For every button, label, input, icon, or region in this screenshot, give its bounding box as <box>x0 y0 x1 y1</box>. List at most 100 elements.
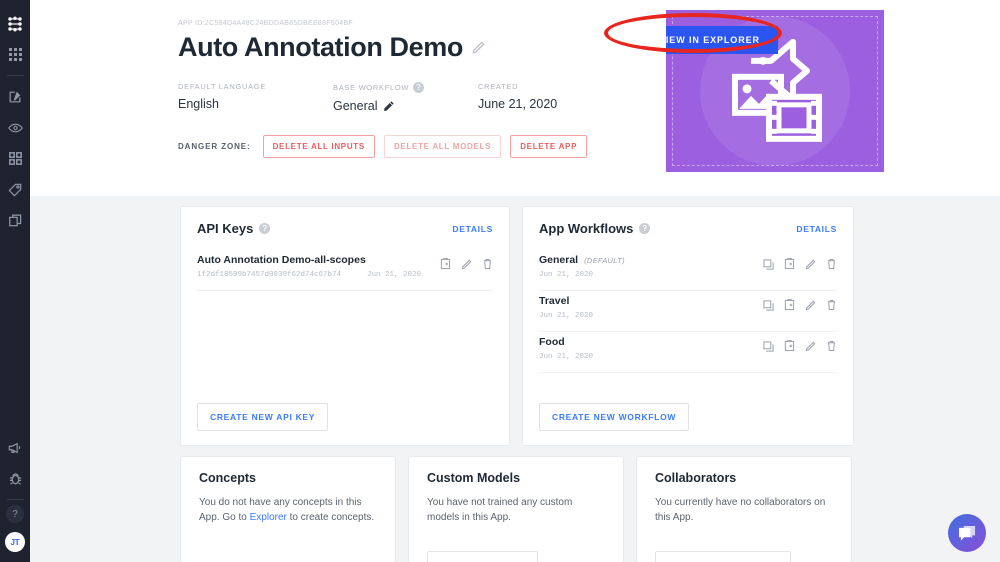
trash-glyph <box>483 259 492 269</box>
api-key-value: 1f2df18599b7457d0039f62d74c67b74 <box>197 271 342 279</box>
copy-icon[interactable] <box>784 340 795 352</box>
collaborators-text: You currently have no collaborators on t… <box>655 497 826 523</box>
edit-square-icon <box>9 91 21 102</box>
create-workflow-wrap: CREATE NEW WORKFLOW <box>539 403 690 431</box>
workflow-name: General (DEFAULT) <box>539 254 625 266</box>
edit-title-icon[interactable] <box>471 40 486 55</box>
meta-label: BASE WORKFLOW ? <box>333 81 478 93</box>
workflow-actions <box>763 254 837 270</box>
delete-all-inputs-button[interactable]: DELETE ALL INPUTS <box>262 134 375 158</box>
workflow-date: Jun 21, 2020 <box>539 312 594 320</box>
concepts-body: Concepts You do not have any concepts in… <box>181 457 395 525</box>
api-key-name: Auto Annotation Demo-all-scopes <box>197 254 366 266</box>
trash-glyph <box>827 259 836 269</box>
delete-icon[interactable] <box>482 258 493 270</box>
custom-models-body: Custom Models You have not trained any c… <box>409 457 623 525</box>
create-new-workflow-button[interactable]: CREATE NEW WORKFLOW <box>539 403 690 431</box>
copy-icon[interactable] <box>440 258 451 270</box>
app-id-value: 2c584d4a48c24bddab65dbee88f504bf <box>204 20 353 27</box>
pencil-glyph <box>461 259 472 269</box>
custom-models-card: Custom Models You have not trained any c… <box>408 456 624 562</box>
explorer-link[interactable]: Explorer <box>250 512 287 523</box>
copy-icon[interactable] <box>784 258 795 270</box>
clipboard-copy-glyph <box>784 299 795 311</box>
sidebar-logo[interactable] <box>0 8 30 39</box>
table-row: Auto Annotation Demo-all-scopes 1f2df185… <box>197 250 493 291</box>
workflow-name-text: Travel <box>539 295 570 307</box>
help-icon[interactable]: ? <box>413 81 425 93</box>
app-workflows-card: App Workflows ? DETAILS General (DEFAULT… <box>522 206 854 446</box>
help-icon[interactable]: ? <box>259 223 271 234</box>
workflow-name: Travel <box>539 295 593 307</box>
sidebar-item-annotate[interactable] <box>0 81 30 112</box>
hero-artwork <box>719 38 831 150</box>
edit-icon[interactable] <box>461 259 472 270</box>
sidebar-item-concepts[interactable] <box>0 174 30 205</box>
media-assets-icon <box>732 38 822 142</box>
pencil-icon <box>384 101 395 111</box>
add-collaborators-wrap: ADD COLLABORATORS <box>655 551 791 562</box>
workflows-title-text: App Workflows <box>539 221 634 236</box>
concepts-text-suffix: to create concepts. <box>286 511 375 523</box>
delete-icon[interactable] <box>826 258 837 270</box>
tag-icon <box>8 183 22 196</box>
edit-icon[interactable] <box>805 341 816 352</box>
concepts-title: Concepts <box>199 471 256 485</box>
add-collaborators-button[interactable]: ADD COLLABORATORS <box>655 551 791 562</box>
workflows-title: App Workflows ? <box>539 221 651 236</box>
api-keys-details-link[interactable]: DETAILS <box>452 224 493 234</box>
default-language-value: English <box>178 96 219 111</box>
edit-workflow-icon[interactable] <box>383 100 395 112</box>
delete-icon[interactable] <box>826 299 837 311</box>
workflow-info: Food Jun 21, 2020 <box>539 336 593 361</box>
api-keys-title: API Keys ? <box>197 221 271 236</box>
sidebar-item-announcements[interactable] <box>0 432 30 463</box>
grid-icon <box>8 48 22 61</box>
edit-icon[interactable] <box>805 259 816 270</box>
duplicate-icon[interactable] <box>763 340 774 352</box>
chat-bubble-icon <box>958 525 975 541</box>
delete-app-button[interactable]: DELETE APP <box>510 134 588 158</box>
help-button[interactable]: ? <box>6 505 24 523</box>
meta-label: CREATED <box>478 81 519 91</box>
sidebar-item-models[interactable] <box>0 143 30 174</box>
copy-layers-glyph <box>763 299 774 311</box>
four-squares-icon <box>8 152 22 165</box>
custom-models-title: Custom Models <box>427 471 521 485</box>
create-a-model-button[interactable]: CREATE A MODEL <box>427 551 539 562</box>
meta-label: DEFAULT LANGUAGE <box>178 81 267 91</box>
delete-icon[interactable] <box>826 340 837 352</box>
app-meta: DEFAULT LANGUAGE English BASE WORKFLOW ?… <box>178 81 648 113</box>
api-key-sub: 1f2df18599b7457d0039f62d74c67b74 Jun 21,… <box>197 271 421 279</box>
base-workflow-value: General <box>333 98 378 113</box>
copy-icon[interactable] <box>784 299 795 311</box>
duplicate-icon[interactable] <box>763 299 774 311</box>
concepts-text: You do not have any concepts in this App… <box>199 496 377 525</box>
delete-all-models-button[interactable]: DELETE ALL MODELS <box>383 134 502 158</box>
create-model-wrap: CREATE A MODEL <box>427 551 539 562</box>
api-keys-list: Auto Annotation Demo-all-scopes 1f2df185… <box>181 250 509 291</box>
meta-value: English <box>178 97 333 111</box>
sidebar-item-collections[interactable] <box>0 205 30 236</box>
app-header: APP ID:2c584d4a48c24bddab65dbee88f504bf … <box>30 0 1000 196</box>
copy-layers-glyph <box>763 258 774 270</box>
api-keys-header: API Keys ? DETAILS <box>181 207 509 236</box>
sidebar-item-explorer[interactable] <box>0 112 30 143</box>
page-title: Auto Annotation Demo <box>178 32 463 62</box>
sidebar-item-apps-grid[interactable] <box>0 39 30 70</box>
chat-support-button[interactable] <box>948 514 986 552</box>
sidebar-item-report-bug[interactable] <box>0 463 30 494</box>
duplicate-icon[interactable] <box>763 258 774 270</box>
api-key-date: Jun 21, 2020 <box>367 271 422 279</box>
table-row: General (DEFAULT) Jun 21, 2020 <box>539 250 837 291</box>
edit-icon[interactable] <box>805 300 816 311</box>
create-new-api-key-button[interactable]: CREATE NEW API KEY <box>197 403 329 431</box>
help-icon[interactable]: ? <box>639 223 651 234</box>
workflow-default-badge: (DEFAULT) <box>584 256 625 265</box>
avatar[interactable]: JT <box>5 532 25 552</box>
workflows-details-link[interactable]: DETAILS <box>796 224 837 234</box>
workflow-info: Travel Jun 21, 2020 <box>539 295 593 320</box>
header-content: APP ID:2c584d4a48c24bddab65dbee88f504bf … <box>178 20 648 158</box>
sidebar: ? JT <box>0 0 30 562</box>
view-in-explorer-button[interactable]: VIEW IN EXPLORER <box>666 26 778 54</box>
